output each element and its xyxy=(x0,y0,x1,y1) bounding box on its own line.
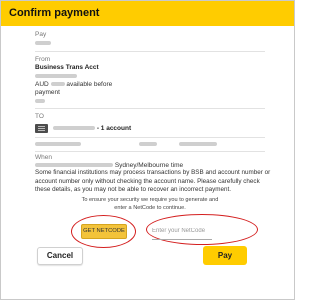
balance-suffix-2: payment xyxy=(35,89,60,96)
to-count: - 1 account xyxy=(96,125,132,132)
balance-line: AUD available before xyxy=(35,81,112,88)
confirm-payment-dialog: Confirm payment Pay From Business Trans … xyxy=(0,0,295,300)
netcode-note: To ensure your security we require you t… xyxy=(81,197,219,211)
disclaimer-text: Some financial institutions may process … xyxy=(35,169,271,193)
divider xyxy=(35,137,265,138)
dialog-title: Confirm payment xyxy=(9,7,100,19)
from-account-number-redacted xyxy=(35,73,77,80)
netcode-input[interactable] xyxy=(152,223,212,240)
to-summary: - 1 account xyxy=(53,125,131,132)
divider xyxy=(35,108,265,109)
from-account-name: Business Trans Acct xyxy=(35,64,99,71)
to-label: TO xyxy=(35,113,44,120)
pay-label: Pay xyxy=(35,31,47,38)
cancel-button[interactable]: Cancel xyxy=(37,247,83,265)
payee-row-redacted xyxy=(35,141,217,148)
payee-card-icon xyxy=(35,124,48,133)
divider xyxy=(35,51,265,52)
divider xyxy=(35,151,265,152)
dialog-header: Confirm payment xyxy=(1,1,294,26)
from-label: From xyxy=(35,56,51,63)
get-netcode-button[interactable]: GET NETCODE xyxy=(81,224,127,239)
pay-amount-redacted xyxy=(35,40,51,47)
pay-button[interactable]: Pay xyxy=(203,246,247,265)
balance-currency: AUD xyxy=(35,81,49,88)
when-label: When xyxy=(35,154,52,161)
when-line: Sydney/Melbourne time xyxy=(35,162,183,169)
from-extra-redacted xyxy=(35,98,45,105)
balance-suffix: available before xyxy=(66,81,113,88)
when-time: Sydney/Melbourne time xyxy=(114,162,184,169)
